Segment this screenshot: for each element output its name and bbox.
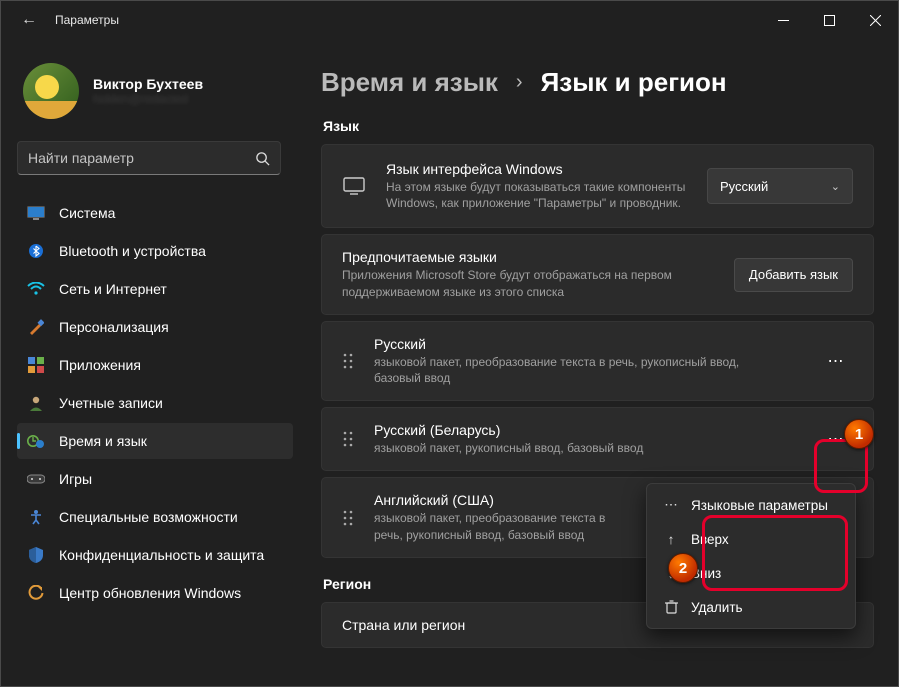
ui-language-card: Язык интерфейса Windows На этом языке бу… bbox=[321, 144, 874, 228]
sidebar-item-personalization[interactable]: Персонализация bbox=[17, 309, 293, 345]
ctx-item-label: Удалить bbox=[691, 600, 743, 615]
sidebar-item-bluetooth[interactable]: Bluetooth и устройства bbox=[17, 233, 293, 269]
back-button[interactable]: ← bbox=[21, 11, 37, 29]
search-placeholder: Найти параметр bbox=[28, 150, 255, 166]
ctx-item-label: Вверх bbox=[691, 532, 729, 547]
sidebar-item-label: Система bbox=[59, 205, 115, 221]
preferred-languages-card: Предпочитаемые языки Приложения Microsof… bbox=[321, 234, 874, 314]
avatar bbox=[23, 63, 79, 119]
language-name: Русский bbox=[374, 336, 799, 352]
language-name: Русский (Беларусь) bbox=[374, 422, 799, 438]
shield-icon bbox=[27, 546, 45, 564]
breadcrumb: Время и язык › Язык и регион bbox=[321, 67, 874, 98]
drag-handle-icon[interactable] bbox=[342, 509, 354, 527]
sidebar-item-accounts[interactable]: Учетные записи bbox=[17, 385, 293, 421]
language-features: языковой пакет, рукописный ввод, базовый… bbox=[374, 440, 799, 456]
sidebar-item-privacy[interactable]: Конфиденциальность и защита bbox=[17, 537, 293, 573]
profile-block[interactable]: Виктор Бухтеев hidden@redacted bbox=[23, 63, 293, 119]
games-icon bbox=[27, 470, 45, 488]
display-icon bbox=[27, 204, 45, 222]
breadcrumb-leaf: Язык и регион bbox=[541, 67, 727, 98]
search-input[interactable]: Найти параметр bbox=[17, 141, 281, 175]
titlebar: ← Параметры bbox=[1, 1, 898, 39]
bluetooth-icon bbox=[27, 242, 45, 260]
profile-email: hidden@redacted bbox=[93, 92, 203, 106]
sidebar-item-label: Приложения bbox=[59, 357, 141, 373]
section-header-language: Язык bbox=[323, 118, 874, 134]
sidebar-item-label: Центр обновления Windows bbox=[59, 585, 241, 601]
sidebar-item-label: Сеть и Интернет bbox=[59, 281, 167, 297]
search-icon bbox=[255, 151, 270, 166]
time-lang-icon bbox=[27, 432, 45, 450]
update-icon bbox=[27, 584, 45, 602]
user-icon bbox=[27, 394, 45, 412]
close-button[interactable] bbox=[852, 1, 898, 39]
sidebar-item-gaming[interactable]: Игры bbox=[17, 461, 293, 497]
sidebar-item-label: Специальные возможности bbox=[59, 509, 238, 525]
ctx-item-label: Языковые параметры bbox=[691, 498, 828, 513]
apps-icon bbox=[27, 356, 45, 374]
sidebar-item-label: Конфиденциальность и защита bbox=[59, 547, 264, 563]
card-title: Предпочитаемые языки bbox=[342, 249, 714, 265]
ctx-delete[interactable]: Удалить bbox=[651, 590, 851, 624]
ui-language-select[interactable]: Русский ⌄ bbox=[707, 168, 853, 204]
sidebar-item-time-language[interactable]: Время и язык bbox=[17, 423, 293, 459]
card-desc: На этом языке будут показываться такие к… bbox=[386, 179, 686, 211]
language-row: Русский (Беларусь) языковой пакет, рукоп… bbox=[321, 407, 874, 471]
sidebar-item-label: Время и язык bbox=[59, 433, 147, 449]
trash-icon bbox=[663, 600, 679, 614]
arrow-up-icon: ↑ bbox=[663, 532, 679, 547]
language-more-button[interactable]: ⋯ bbox=[819, 344, 853, 378]
sidebar-item-network[interactable]: Сеть и Интернет bbox=[17, 271, 293, 307]
sidebar-item-label: Персонализация bbox=[59, 319, 169, 335]
minimize-button[interactable] bbox=[760, 1, 806, 39]
brush-icon bbox=[27, 318, 45, 336]
sidebar-item-label: Учетные записи bbox=[59, 395, 163, 411]
nav-list: Система Bluetooth и устройства Сеть и Ин… bbox=[17, 195, 293, 611]
add-language-button[interactable]: Добавить язык bbox=[734, 258, 853, 292]
display-icon bbox=[342, 177, 366, 195]
select-value: Русский bbox=[720, 179, 768, 194]
sidebar-item-apps[interactable]: Приложения bbox=[17, 347, 293, 383]
sidebar: Виктор Бухтеев hidden@redacted Найти пар… bbox=[1, 39, 301, 687]
sidebar-item-accessibility[interactable]: Специальные возможности bbox=[17, 499, 293, 535]
ctx-move-up[interactable]: ↑ Вверх bbox=[651, 522, 851, 556]
annotation-badge: 1 bbox=[844, 419, 874, 449]
sidebar-item-label: Игры bbox=[59, 471, 92, 487]
chevron-down-icon: ⌄ bbox=[831, 180, 840, 193]
chevron-right-icon: › bbox=[516, 71, 523, 94]
sidebar-item-label: Bluetooth и устройства bbox=[59, 243, 206, 259]
more-icon: ⋯ bbox=[663, 497, 679, 513]
ctx-language-options[interactable]: ⋯ Языковые параметры bbox=[651, 488, 851, 522]
language-features: языковой пакет, преобразование текста в … bbox=[374, 354, 774, 386]
wifi-icon bbox=[27, 280, 45, 298]
breadcrumb-root[interactable]: Время и язык bbox=[321, 67, 498, 98]
drag-handle-icon[interactable] bbox=[342, 352, 354, 370]
sidebar-item-update[interactable]: Центр обновления Windows bbox=[17, 575, 293, 611]
card-desc: Приложения Microsoft Store будут отображ… bbox=[342, 267, 702, 299]
card-title: Язык интерфейса Windows bbox=[386, 161, 687, 177]
accessibility-icon bbox=[27, 508, 45, 526]
sidebar-item-system[interactable]: Система bbox=[17, 195, 293, 231]
app-title: Параметры bbox=[55, 13, 119, 27]
annotation-badge: 2 bbox=[668, 553, 698, 583]
language-features: языковой пакет, преобразование текста в … bbox=[374, 510, 634, 542]
drag-handle-icon[interactable] bbox=[342, 430, 354, 448]
profile-name: Виктор Бухтеев bbox=[93, 76, 203, 92]
maximize-button[interactable] bbox=[806, 1, 852, 39]
language-row: Русский языковой пакет, преобразование т… bbox=[321, 321, 874, 401]
